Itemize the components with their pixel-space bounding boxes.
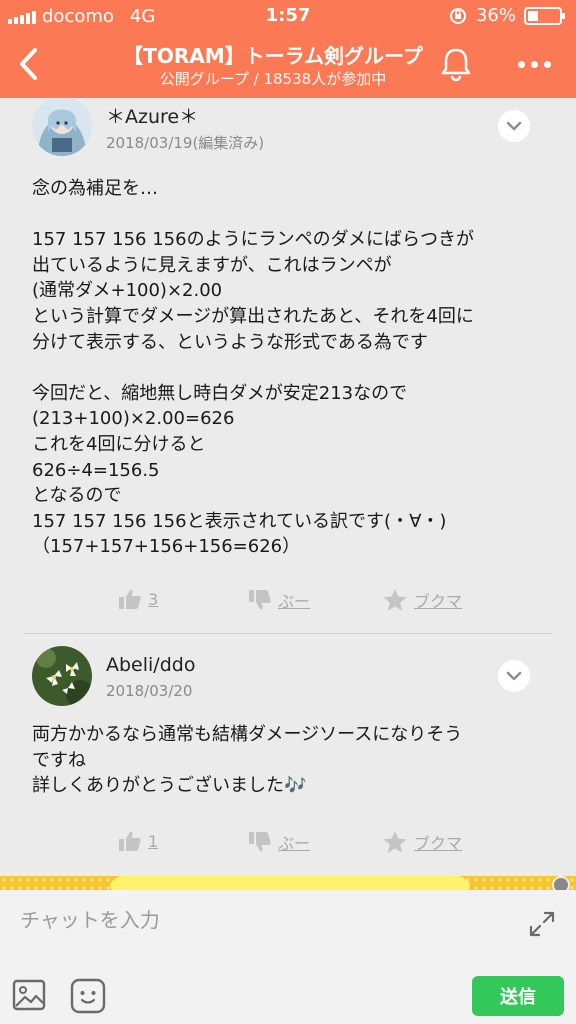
group-header: 【TORAM】トーラム剣グループ 公開グループ / 18538人が参加中 (0, 34, 576, 98)
thumbs-down-icon (249, 832, 271, 852)
avatar-image (32, 646, 92, 706)
post-body: 両方かかるなら通常も結構ダメージソースになりそう ですね 詳しくありがとうござい… (32, 722, 552, 799)
more-icon-dot (543, 60, 551, 68)
banner-glow (110, 876, 470, 890)
bookmark-button[interactable]: ブクマ (382, 830, 462, 854)
banner-avatar (552, 876, 570, 890)
thumbs-up-icon (119, 589, 141, 609)
chat-input[interactable]: チャットを入力 (20, 904, 500, 940)
thumbs-up-icon (119, 831, 141, 851)
post-line: 両方かかるなら通常も結構ダメージソースになりそう (32, 724, 463, 745)
bell-icon (441, 48, 471, 82)
expand-icon (529, 911, 555, 937)
post-line: 出ているように見えますが、これはランペが (32, 254, 392, 276)
status-bar: docomo 4G 1:57 36% (0, 0, 576, 34)
chevron-down-icon (506, 121, 522, 131)
expand-button[interactable] (526, 908, 558, 940)
post-author[interactable]: Abeli/ddo (106, 654, 195, 676)
bookmark-label: ブクマ (414, 834, 463, 853)
image-button[interactable] (12, 978, 46, 1012)
battery-label: 36% (475, 5, 516, 26)
post-line: ですね (32, 749, 86, 771)
post-divider (24, 633, 552, 634)
boo-label: ぶー (278, 834, 311, 853)
post-actions: 1 ぶー ブクマ (0, 830, 576, 860)
avatar[interactable] (32, 98, 92, 156)
send-button[interactable]: 送信 (472, 976, 564, 1016)
post-actions: 3 ぶー ブクマ (0, 588, 576, 618)
back-icon (20, 48, 37, 80)
post-line: 626÷4=156.5 (32, 459, 160, 481)
post-menu-button[interactable] (498, 110, 530, 142)
post-date: 2018/03/20 (106, 682, 193, 700)
post-menu-button[interactable] (498, 660, 530, 692)
post-line: 念の為補足を… (32, 178, 158, 199)
star-icon (383, 589, 407, 611)
avatar[interactable] (32, 646, 92, 706)
boo-button[interactable]: ぶー (248, 830, 310, 854)
battery-icon (524, 6, 565, 25)
post-line: 分けて表示する、というような形式である為です (32, 331, 428, 353)
post-author[interactable]: ＊Azure＊ (106, 102, 198, 129)
boo-button[interactable]: ぶー (248, 588, 310, 612)
post-line: (213+100)×2.00=626 (32, 408, 235, 430)
thumbs-down-icon (249, 590, 271, 610)
emoji-button[interactable] (70, 978, 106, 1014)
like-count: 1 (148, 831, 159, 851)
post-line: (通常ダメ+100)×2.00 (32, 280, 223, 302)
post-line: ​ (32, 202, 552, 228)
chevron-down-icon (506, 671, 522, 681)
emoji-icon (70, 978, 106, 1014)
post-date: 2018/03/19(編集済み) (106, 134, 265, 152)
post-line: （157+157+156+156=626） (32, 536, 301, 558)
more-icon (517, 60, 525, 68)
avatar-image (32, 98, 92, 156)
more-icon-dot (530, 60, 538, 68)
post-line: ​ (32, 355, 552, 381)
decorative-banner (0, 876, 576, 890)
like-count: 3 (148, 589, 159, 609)
bookmark-button[interactable]: ブクマ (382, 588, 462, 612)
back-button[interactable] (6, 40, 50, 88)
bookmark-label: ブクマ (414, 592, 463, 611)
post-line: 今回だと、縮地無し時白ダメが安定213なので (32, 382, 408, 404)
chat-composer: チャットを入力 送信 (0, 890, 576, 1024)
notification-button[interactable] (436, 44, 476, 84)
star-icon (383, 831, 407, 853)
post-line: 157 157 156 156と表示されている訳です(・∀・) (32, 510, 447, 532)
post-line: これを4回に分けると (32, 433, 206, 455)
post-line: 157 157 156 156のようにランペのダメにばらつきが (32, 229, 475, 251)
orientation-lock-icon (449, 7, 466, 24)
post-body: 念の為補足を… ​ 157 157 156 156のようにランペのダメにばらつき… (32, 176, 552, 560)
group-subtitle: 公開グループ / 18538人が参加中 (159, 70, 387, 88)
boo-label: ぶー (278, 592, 311, 611)
post-line: という計算でダメージが算出されたあと、それを4回に (32, 305, 474, 327)
like-button[interactable]: 3 (118, 588, 158, 610)
image-icon (12, 979, 46, 1011)
like-button[interactable]: 1 (118, 830, 158, 852)
post-line: 詳しくありがとうございました🎶 (32, 775, 307, 797)
group-title: 【TORAM】トーラム剣グループ (123, 44, 423, 68)
more-menu-button[interactable] (508, 46, 560, 82)
message-feed[interactable]: ＊Azure＊ 2018/03/19(編集済み) 念の為補足を… ​ 157 1… (0, 98, 576, 876)
post-line: となるので (32, 485, 122, 507)
